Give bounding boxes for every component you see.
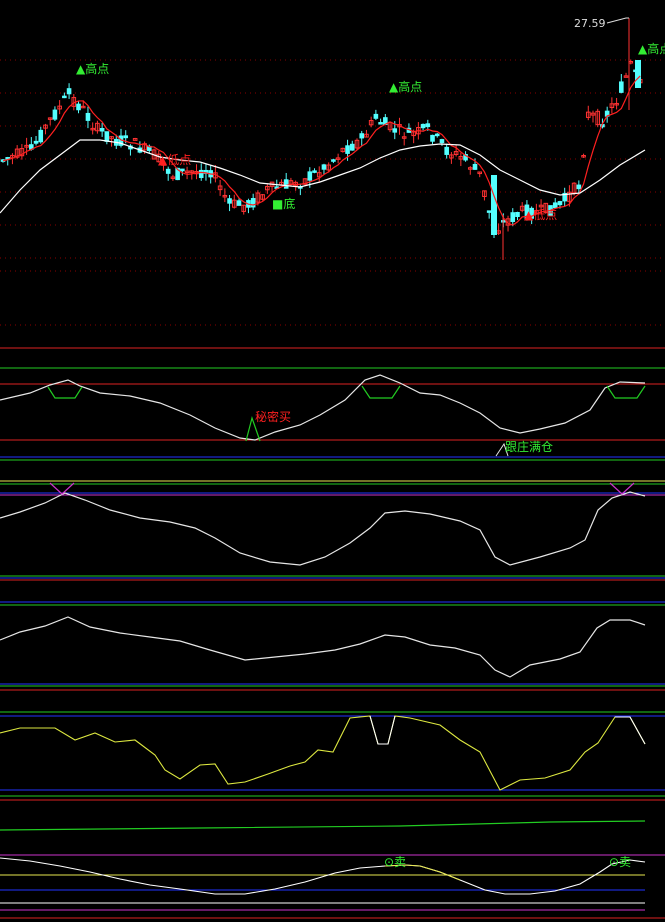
candle-body	[321, 164, 327, 170]
candle-body	[76, 103, 81, 111]
candle-body	[359, 133, 365, 139]
price-max-pointer	[606, 17, 629, 24]
candle-body	[33, 140, 39, 144]
candle-body	[557, 201, 563, 206]
candle-body	[38, 129, 44, 143]
indicator-2-peak-marker	[49, 482, 75, 495]
candle-body	[349, 143, 355, 151]
candle-body	[392, 128, 398, 133]
indicator-1-peak-marker	[606, 385, 646, 399]
candle-body	[283, 179, 289, 189]
indicator-panel-4	[0, 711, 665, 797]
indicator-panel-2	[0, 480, 665, 579]
candle-body	[472, 163, 478, 170]
indicator-5-baseline	[0, 820, 646, 831]
candle-body	[373, 113, 379, 119]
candle-body	[439, 139, 445, 144]
candle-body	[180, 168, 185, 172]
indicator-4-line	[0, 715, 646, 791]
price-panel: 27.59 ▲高点 ▲高点 ▲高点 ▲低点 ■底 ▲低点	[0, 17, 665, 260]
stock-chart-canvas: 27.59 ▲高点 ▲高点 ▲高点 ▲低点 ■底 ▲低点 秘密买跟庄满仓 ⊙卖 ⊙卖	[0, 17, 665, 919]
price-annotation: ■底	[272, 196, 295, 211]
indicator-1-peak-marker	[47, 386, 83, 399]
indicator-panel-5: ⊙卖 ⊙卖	[0, 820, 665, 911]
indicator-panel-3	[0, 601, 665, 687]
indicator-4-overbought-marker	[615, 716, 646, 745]
candle-body	[619, 81, 624, 93]
candle-body	[378, 122, 383, 125]
candle-body	[123, 135, 129, 139]
candle-body	[312, 170, 317, 173]
candle-body	[635, 60, 641, 88]
candle-body	[430, 134, 435, 142]
candle-body	[345, 145, 350, 154]
price-annotation: ▲高点	[638, 41, 665, 56]
price-annotation: ▲低点	[158, 153, 191, 167]
candle-body	[198, 169, 204, 179]
candle-body	[99, 128, 105, 132]
price-annotation: ▲低点	[524, 208, 557, 222]
candle-body	[104, 131, 110, 142]
indicator-1-annotation: 跟庄满仓	[505, 439, 553, 454]
candle-body	[425, 123, 431, 128]
candle-body	[434, 133, 440, 137]
indicator-1-annotation: 秘密买	[255, 409, 291, 424]
candle-body	[62, 95, 67, 99]
candle-body	[227, 198, 232, 204]
candle-body	[552, 202, 558, 209]
indicator-1-peak-marker	[361, 385, 401, 399]
indicator-panel-1: 秘密买跟庄满仓	[0, 367, 665, 461]
candle-body	[444, 146, 449, 155]
indicator-3-line	[0, 616, 646, 678]
price-annotation: ▲高点	[76, 61, 109, 76]
ma-short-line	[2, 75, 641, 226]
grid-layer	[0, 59, 665, 919]
candle-body	[510, 212, 516, 222]
indicator-4-overbought-marker	[369, 715, 396, 745]
indicator-5-line	[0, 857, 646, 895]
indicator-1-line	[0, 374, 646, 441]
candle-body	[420, 123, 426, 129]
indicator-5-annotation: ⊙卖	[384, 855, 406, 869]
indicator-2-line	[0, 491, 646, 566]
candle-body	[165, 168, 171, 174]
candle-body	[250, 198, 256, 208]
candle-body	[486, 210, 492, 213]
candle-body	[331, 159, 336, 162]
candle-body	[66, 88, 72, 95]
candle-body	[491, 175, 497, 235]
candle-body	[52, 109, 58, 120]
candle-body	[576, 184, 582, 190]
price-annotation: ▲高点	[389, 79, 422, 94]
candle-body	[85, 112, 91, 121]
indicator-5-annotation: ⊙卖	[609, 855, 631, 869]
price-max-label: 27.59	[574, 17, 606, 30]
candle-body	[515, 211, 520, 217]
ma-long-line	[0, 139, 646, 214]
candle-body	[307, 171, 313, 181]
candle-body	[236, 200, 242, 206]
